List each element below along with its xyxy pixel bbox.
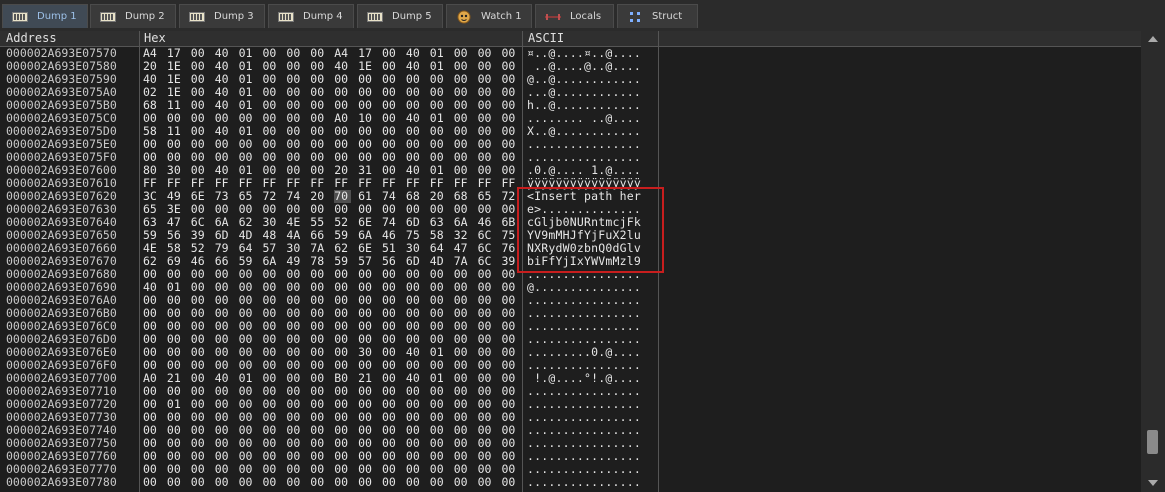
hex-byte[interactable]: 00 <box>167 476 184 489</box>
hex-byte[interactable]: 00 <box>191 476 208 489</box>
vertical-scrollbar[interactable] <box>1141 31 1165 492</box>
tab-dump-3[interactable]: Dump 3 <box>179 4 265 28</box>
locals-icon <box>544 10 562 24</box>
watch-icon <box>455 10 473 24</box>
dump-row[interactable]: 000002A693E07780 00 00 00 00 00 00 00 00 00 00 00 00… <box>0 476 1141 489</box>
hex-byte[interactable]: 00 <box>478 476 495 489</box>
hex-byte[interactable]: 00 <box>215 476 232 489</box>
struct-icon <box>626 10 644 24</box>
row-address[interactable]: 000002A693E07780 <box>6 476 117 489</box>
tab-dump-4[interactable]: Dump 4 <box>268 4 354 28</box>
address-column-header[interactable]: Address <box>2 31 139 46</box>
tab-label: Dump 2 <box>125 11 165 22</box>
scroll-up-arrow-icon[interactable] <box>1148 36 1158 42</box>
tab-label: Struct <box>652 11 683 22</box>
tab-watch-1[interactable]: Watch 1 <box>446 4 532 28</box>
hex-byte[interactable]: 00 <box>382 476 399 489</box>
hex-byte[interactable]: 00 <box>502 476 519 489</box>
row-ascii[interactable]: ................ <box>527 476 641 489</box>
tab-label: Dump 1 <box>37 11 77 22</box>
tab-label: Dump 5 <box>392 11 432 22</box>
ascii-column-header[interactable]: ASCII <box>524 31 658 46</box>
hex-byte[interactable]: 00 <box>334 476 351 489</box>
memory-icon <box>188 10 206 24</box>
hex-byte[interactable]: 00 <box>263 476 280 489</box>
hex-byte[interactable]: 00 <box>286 476 303 489</box>
hex-byte[interactable]: 00 <box>239 476 256 489</box>
tab-label: Dump 3 <box>214 11 254 22</box>
hex-byte[interactable]: 00 <box>358 476 375 489</box>
tab-dump-2[interactable]: Dump 2 <box>90 4 176 28</box>
tab-struct[interactable]: Struct <box>617 4 698 28</box>
scroll-down-arrow-icon[interactable] <box>1148 480 1158 486</box>
memory-icon <box>366 10 384 24</box>
tab-label: Dump 4 <box>303 11 343 22</box>
tab-dump-1[interactable]: Dump 1 <box>2 4 88 28</box>
tab-locals[interactable]: Locals <box>535 4 614 28</box>
scrollbar-thumb[interactable] <box>1147 430 1158 454</box>
tab-label: Locals <box>570 11 602 22</box>
hex-byte[interactable]: 00 <box>406 476 423 489</box>
tab-label: Watch 1 <box>481 11 522 22</box>
hex-byte[interactable]: 00 <box>310 476 327 489</box>
dump-tab-bar: Dump 1 Dump 2 Dump 3 Dump 4 Dump 5 Watch 1 Loc… <box>0 0 1165 31</box>
memory-icon <box>99 10 117 24</box>
memory-icon <box>11 10 29 24</box>
hex-byte[interactable]: 00 <box>454 476 471 489</box>
memory-icon <box>277 10 295 24</box>
hex-column-header[interactable]: Hex <box>140 31 522 46</box>
hex-byte[interactable]: 00 <box>143 476 160 489</box>
column-header-row: Address Hex ASCII <box>0 31 1141 47</box>
hex-byte[interactable]: 00 <box>430 476 447 489</box>
tab-dump-5[interactable]: Dump 5 <box>357 4 443 28</box>
